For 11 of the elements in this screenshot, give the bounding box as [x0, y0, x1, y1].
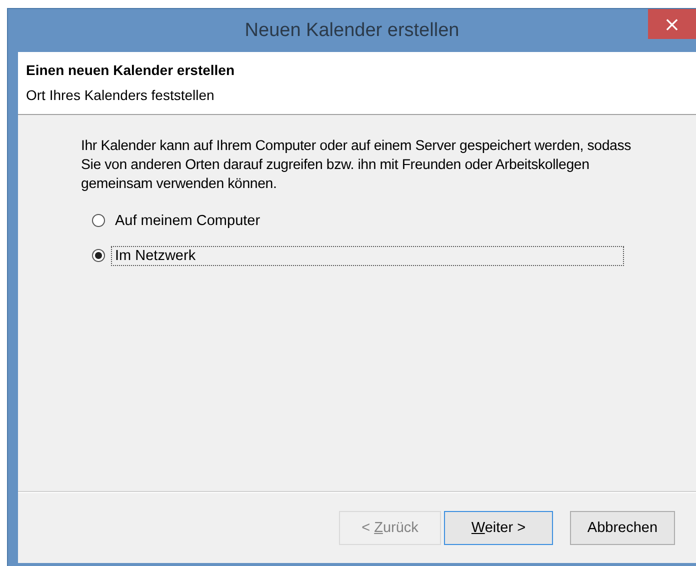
cancel-button[interactable]: Abbrechen [570, 510, 675, 544]
radio-button[interactable] [92, 214, 105, 227]
radio-label[interactable]: Auf meinem Computer [111, 210, 264, 230]
window-title: Neuen Kalender erstellen [244, 20, 460, 42]
radio-label[interactable]: Im Netzwerk [111, 246, 624, 266]
page-subtitle: Ort Ihres Kalenders feststellen [26, 87, 216, 103]
page-title: Einen neuen Kalender erstellen [26, 62, 236, 78]
next-button[interactable]: Weiter > [444, 510, 553, 544]
close-button[interactable]: × [648, 9, 696, 39]
radio-button[interactable] [92, 249, 105, 262]
description-text: Ihr Kalender kann auf Ihrem Computer oder auf einem Server gespeichert werden, sodass Sie von anderen Orten darauf zugreifen bzw. ihn mit Freunden oder Arbeitskollegen gemeinsam verwenden können. [81, 137, 632, 194]
